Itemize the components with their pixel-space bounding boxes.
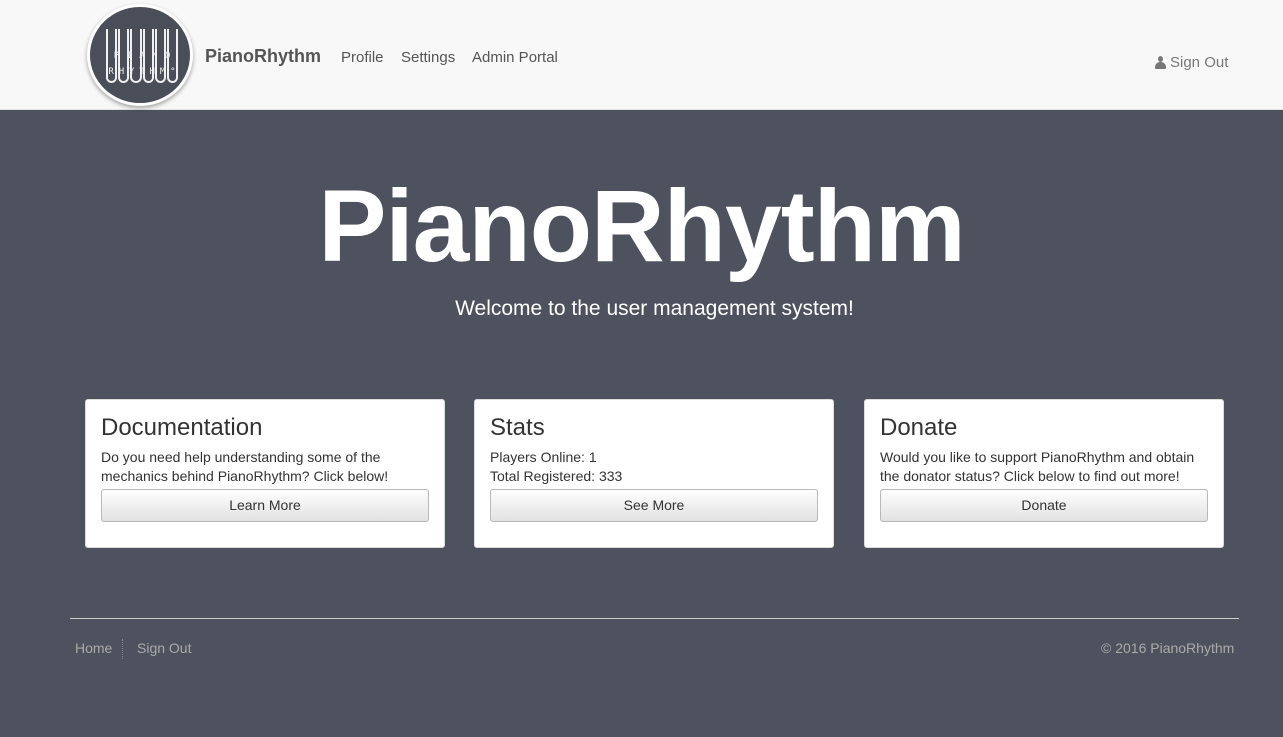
logo-letters-bottom: R H Y T H M ° xyxy=(108,67,176,77)
donate-card: Donate Would you like to support PianoRh… xyxy=(864,399,1224,548)
documentation-card: Documentation Do you need help understan… xyxy=(85,399,445,548)
brand-link[interactable]: PianoRhythm xyxy=(205,46,321,67)
footer-divider xyxy=(70,618,1239,619)
piano-logo-icon: P I A N O R H Y T H M ° xyxy=(90,7,190,103)
donate-button[interactable]: Donate xyxy=(880,489,1208,522)
navbar: P I A N O R H Y T H M ° PianoRhythm Prof… xyxy=(0,0,1283,110)
learn-more-button[interactable]: Learn More xyxy=(101,489,429,522)
nav-profile-link[interactable]: Profile xyxy=(341,49,384,66)
players-online: Players Online: 1 xyxy=(490,449,597,465)
nav-signout-link[interactable]: Sign Out xyxy=(1155,54,1228,71)
user-icon xyxy=(1155,56,1166,69)
nav-admin-portal-link[interactable]: Admin Portal xyxy=(472,49,558,66)
footer-separator xyxy=(122,639,123,659)
stats-text: Players Online: 1 Total Registered: 333 xyxy=(490,448,818,486)
card-title: Stats xyxy=(490,414,545,441)
card-title: Documentation xyxy=(101,414,263,441)
see-more-button[interactable]: See More xyxy=(490,489,818,522)
copyright: © 2016 PianoRhythm xyxy=(1101,640,1235,656)
footer-home-link[interactable]: Home xyxy=(75,640,112,656)
logo-letters-top: P I A N O xyxy=(113,51,171,61)
hero-title: PianoRhythm xyxy=(318,169,965,283)
nav-settings-link[interactable]: Settings xyxy=(401,49,455,66)
stats-card: Stats Players Online: 1 Total Registered… xyxy=(474,399,834,548)
card-text: Would you like to support PianoRhythm an… xyxy=(880,449,1195,484)
logo-link[interactable]: P I A N O R H Y T H M ° xyxy=(87,4,193,106)
hero-subtitle: Welcome to the user management system! xyxy=(455,297,854,320)
card-text: Do you need help understanding some of t… xyxy=(101,449,389,484)
total-registered: Total Registered: 333 xyxy=(490,468,623,484)
card-title: Donate xyxy=(880,414,958,441)
footer-signout-link[interactable]: Sign Out xyxy=(137,640,191,656)
nav-signout-label: Sign Out xyxy=(1170,54,1229,71)
